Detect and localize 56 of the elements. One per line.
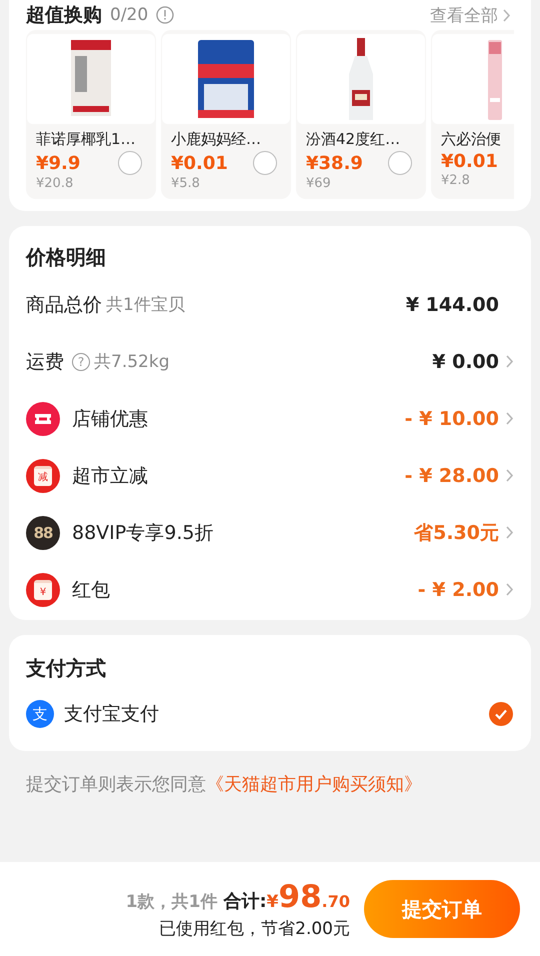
view-all-link[interactable]: 查看全部 xyxy=(430,4,498,26)
envelope-icon: 减 xyxy=(26,458,60,492)
chevron-icon xyxy=(502,8,511,22)
check-icon[interactable] xyxy=(489,702,513,726)
chevron-icon xyxy=(505,525,514,540)
product-name: 菲诺厚椰乳1… xyxy=(36,130,137,149)
radio-button[interactable] xyxy=(253,151,277,175)
original-price: ¥69 xyxy=(306,176,332,191)
price-label: 超市立减 xyxy=(72,464,148,488)
product-name: 小鹿妈妈经… xyxy=(171,130,262,149)
section-title: 价格明细 xyxy=(26,244,106,270)
original-price: ¥2.8 xyxy=(441,173,471,188)
agreement-text: 提交订单则表示您同意《天猫超市用户购买须知》 xyxy=(25,773,423,796)
product-name: 汾酒42度红… xyxy=(306,130,402,149)
savings-text: 已使用红包，节省2.00元 xyxy=(159,918,350,940)
price-amount: - ¥ 28.00 xyxy=(404,464,499,486)
total-price: ¥98.70 xyxy=(266,878,350,914)
price-label: 88VIP专享9.5折 xyxy=(72,520,214,546)
submit-button[interactable]: 提交订单 xyxy=(364,880,520,938)
section-title: 支付方式 xyxy=(26,654,106,682)
chevron-icon xyxy=(505,582,514,597)
product-price: ¥0.01 xyxy=(171,152,228,174)
price-note: 共1件宝贝 xyxy=(106,294,185,316)
radio-button[interactable] xyxy=(388,151,412,175)
selection-count: 0/20 xyxy=(110,5,148,25)
chevron-icon xyxy=(505,354,514,369)
price-amount: ¥ 144.00 xyxy=(406,294,499,316)
price-label: 店铺优惠 xyxy=(72,406,148,432)
original-price: ¥20.8 xyxy=(36,176,74,191)
alipay-icon: 支 xyxy=(26,700,54,728)
radio-button[interactable] xyxy=(118,151,142,175)
info-icon[interactable] xyxy=(156,6,174,24)
help-icon[interactable]: ? xyxy=(72,352,90,370)
price-label: 红包 xyxy=(72,578,110,602)
price-amount: 省5.30元 xyxy=(414,520,499,546)
product-name: 六必治便 xyxy=(441,130,502,149)
terms-link[interactable]: 《天猫超市用户购买须知》 xyxy=(206,774,422,795)
chevron-icon xyxy=(505,411,514,426)
product-price: ¥0.01 xyxy=(441,151,498,172)
product-price: ¥38.9 xyxy=(306,152,363,174)
total-label: 合计: xyxy=(223,890,267,912)
item-count: 1款，共1件 xyxy=(126,890,218,912)
product-price: ¥9.9 xyxy=(36,152,80,174)
payment-label: 支付宝支付 xyxy=(64,702,159,727)
price-amount: - ¥ 10.00 xyxy=(404,408,499,430)
price-amount: - ¥ 2.00 xyxy=(418,578,499,600)
price-label: 运费 xyxy=(26,350,64,374)
price-amount: ¥ 0.00 xyxy=(432,350,499,372)
envelope-icon: ¥ xyxy=(26,572,60,606)
price-label: 商品总价 xyxy=(26,292,102,318)
ticket-icon xyxy=(26,402,60,436)
chevron-icon xyxy=(505,468,514,483)
original-price: ¥5.8 xyxy=(171,176,201,191)
price-note: 共7.52kg xyxy=(94,351,170,373)
vip-badge-icon: 88 xyxy=(26,516,60,550)
section-title: 超值换购 xyxy=(26,3,102,28)
